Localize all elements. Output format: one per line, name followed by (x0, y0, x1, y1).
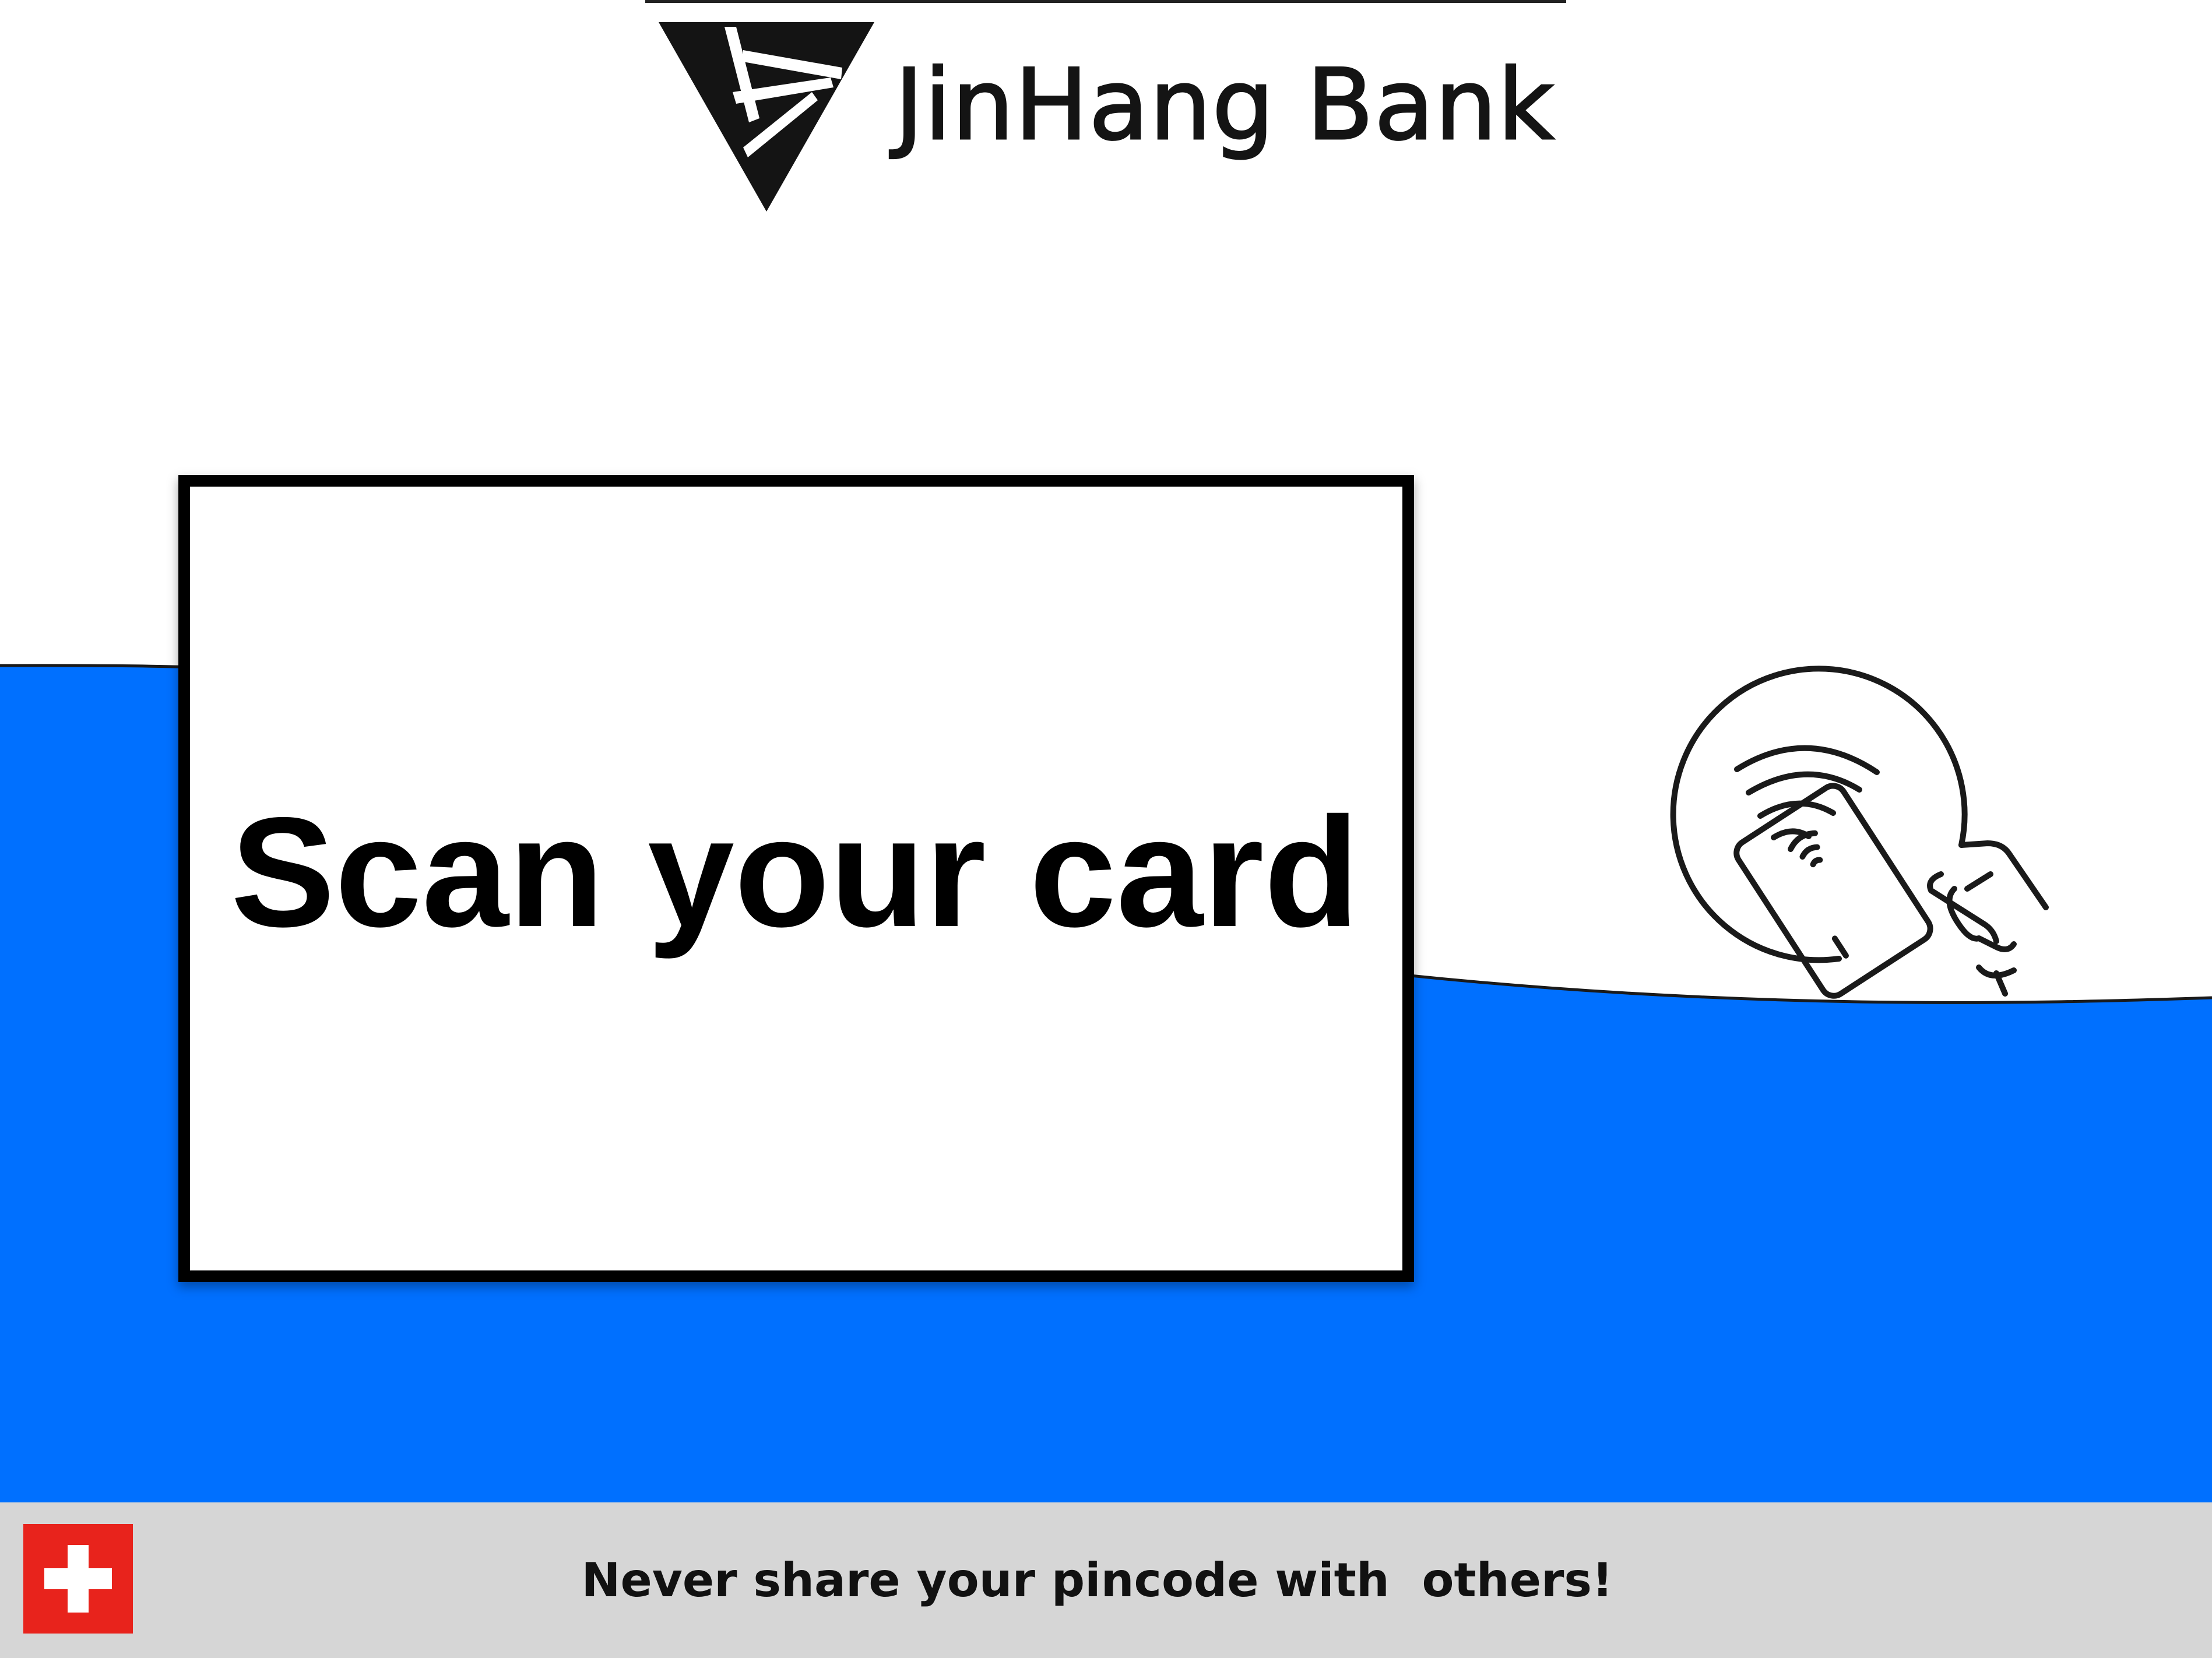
security-warning: Never share your pincode with others! (581, 1553, 1613, 1607)
bank-logo: JinHang Bank (656, 22, 1559, 214)
prompt-text: Scan your card (230, 784, 1360, 959)
triangle-v-logo-icon (659, 22, 874, 212)
bank-name: JinHang Bank (894, 47, 1555, 163)
footer-bar: Never share your pincode with others! (0, 1502, 2212, 1658)
atm-screen: JinHang Bank Scan your card Never share … (0, 0, 2212, 1658)
contactless-card-tap-icon (1670, 666, 2049, 999)
scan-card-prompt: Scan your card (178, 475, 1414, 1282)
top-divider (645, 0, 1566, 3)
